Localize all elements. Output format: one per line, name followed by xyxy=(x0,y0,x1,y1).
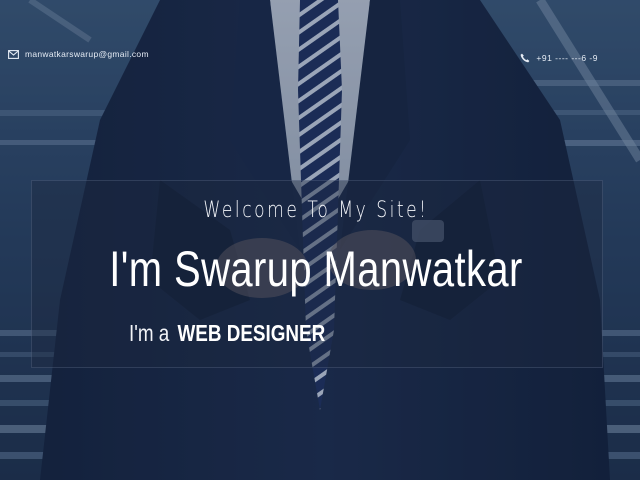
email-text: manwatkarswarup@gmail.com xyxy=(25,49,149,59)
role-title: WEB DESIGNER xyxy=(177,320,326,346)
hero-section: manwatkarswarup@gmail.com +91 ---- ---6 … xyxy=(0,0,640,480)
envelope-icon xyxy=(8,49,19,60)
role-prefix: I'm a xyxy=(129,320,170,346)
email-link[interactable]: manwatkarswarup@gmail.com xyxy=(8,47,149,61)
name-heading: I'm Swarup Manwatkar xyxy=(109,241,523,297)
top-contact-bar: manwatkarswarup@gmail.com +91 ---- ---6 … xyxy=(0,0,640,70)
role-line: I'm a WEB DESIGNER xyxy=(129,320,325,350)
phone-text: +91 ---- ---6 -9 xyxy=(536,53,598,63)
welcome-heading: Welcome To My Site! xyxy=(203,198,429,223)
phone-icon xyxy=(519,53,530,64)
phone-link[interactable]: +91 ---- ---6 -9 xyxy=(519,51,598,65)
